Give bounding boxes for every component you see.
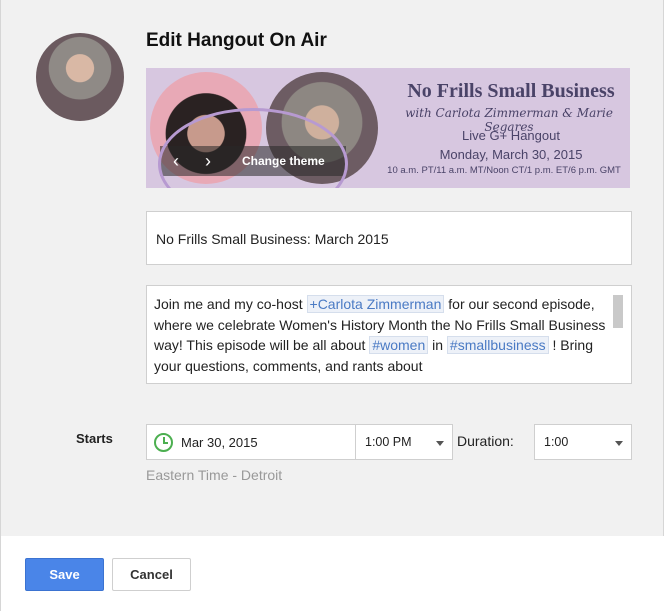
- duration-select[interactable]: 1:00: [534, 424, 632, 460]
- banner-event-type: Live G+ Hangout: [462, 128, 560, 143]
- description-textarea[interactable]: Join me and my co-host +Carlota Zimmerma…: [146, 285, 632, 384]
- mention-chip[interactable]: +Carlota Zimmerman: [306, 295, 445, 313]
- start-time-value: 1:00 PM: [365, 435, 412, 449]
- chevron-down-icon: [436, 441, 444, 446]
- theme-banner: ‹ › Change theme No Frills Small Busines…: [146, 68, 630, 188]
- banner-times: 10 a.m. PT/11 a.m. MT/Noon CT/1 p.m. ET/…: [387, 165, 621, 176]
- hashtag-chip[interactable]: #women: [369, 336, 429, 354]
- banner-date: Monday, March 30, 2015: [439, 147, 583, 162]
- start-date-value: Mar 30, 2015: [181, 435, 258, 450]
- banner-show-title: No Frills Small Business: [407, 80, 615, 102]
- hangout-name-value: No Frills Small Business: March 2015: [156, 231, 389, 247]
- hangout-name-input[interactable]: No Frills Small Business: March 2015: [146, 211, 632, 265]
- timezone-link[interactable]: Eastern Time - Detroit: [146, 467, 282, 483]
- duration-value: 1:00: [544, 435, 569, 449]
- edit-hangout-dialog: Edit Hangout On Air ‹ › Change theme No …: [0, 0, 664, 611]
- dialog-title: Edit Hangout On Air: [146, 30, 327, 51]
- avatar: [36, 33, 124, 121]
- start-date-field[interactable]: Mar 30, 2015: [146, 424, 356, 460]
- chevron-down-icon: [615, 441, 623, 446]
- hashtag-chip[interactable]: #smallbusiness: [446, 336, 549, 354]
- clock-icon: [154, 433, 173, 452]
- save-button[interactable]: Save: [25, 558, 104, 591]
- description-scrollbar[interactable]: [613, 295, 623, 328]
- description-text: Join me and my co-host +Carlota Zimmerma…: [154, 295, 606, 374]
- duration-label: Duration:: [457, 433, 514, 449]
- dialog-footer: Save Cancel: [1, 536, 664, 611]
- cancel-button[interactable]: Cancel: [112, 558, 191, 591]
- starts-label: Starts: [76, 431, 113, 446]
- start-time-select[interactable]: 1:00 PM: [355, 424, 453, 460]
